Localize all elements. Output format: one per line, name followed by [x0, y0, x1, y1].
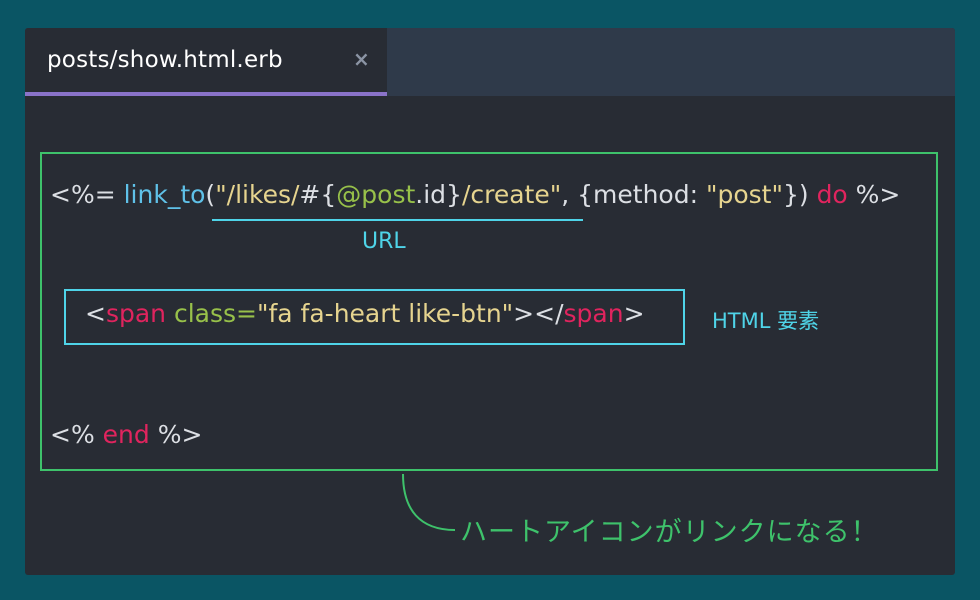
code-line-link-to: <%= link_to("/likes/#{@post.id}/create",… [50, 180, 900, 209]
attr-value: "fa fa-heart like-btn" [256, 299, 514, 328]
erb-open-tag-end: <% [50, 420, 103, 449]
tag-lt: < [85, 299, 106, 328]
keyword-end: end [102, 420, 150, 449]
tag-space [166, 299, 174, 328]
close-icon[interactable]: × [353, 48, 370, 70]
tag-mid: ></ [513, 299, 564, 328]
callout-text: ハートアイコンがリンクになる！ [460, 517, 879, 548]
code-line-end: <% end %> [50, 420, 202, 449]
string-post: "post" [705, 180, 783, 209]
string-create: /create" [461, 180, 562, 209]
code-line-span: <span class="fa fa-heart like-btn"></spa… [85, 299, 645, 328]
method-hash: , {method: [561, 180, 706, 209]
hash-close: }) [782, 180, 817, 209]
attr-class: class= [173, 299, 257, 328]
erb-close-tag: %> [847, 180, 901, 209]
erb-close-tag-end: %> [149, 420, 203, 449]
tag-span-close: span [563, 299, 624, 328]
interp-close: } [446, 180, 462, 209]
tag-gt: > [623, 299, 645, 328]
html-element-annotation: HTML 要素 [712, 309, 820, 333]
method-id: .id [415, 180, 447, 209]
ivar-post: @post [336, 180, 416, 209]
interp-open: #{ [299, 180, 337, 209]
erb-open-tag: <%= [50, 180, 124, 209]
paren-open: ( [205, 180, 216, 209]
keyword-do: do [816, 180, 848, 209]
url-underline [212, 219, 583, 221]
func-link-to: link_to [123, 180, 206, 209]
url-annotation: URL [362, 229, 406, 254]
tag-span-open: span [105, 299, 167, 328]
string-likes: "/likes/ [215, 180, 300, 209]
tab-bar: posts/show.html.erb × [25, 28, 955, 96]
tab-posts-show[interactable]: posts/show.html.erb × [25, 28, 387, 96]
tab-label: posts/show.html.erb [47, 47, 283, 73]
